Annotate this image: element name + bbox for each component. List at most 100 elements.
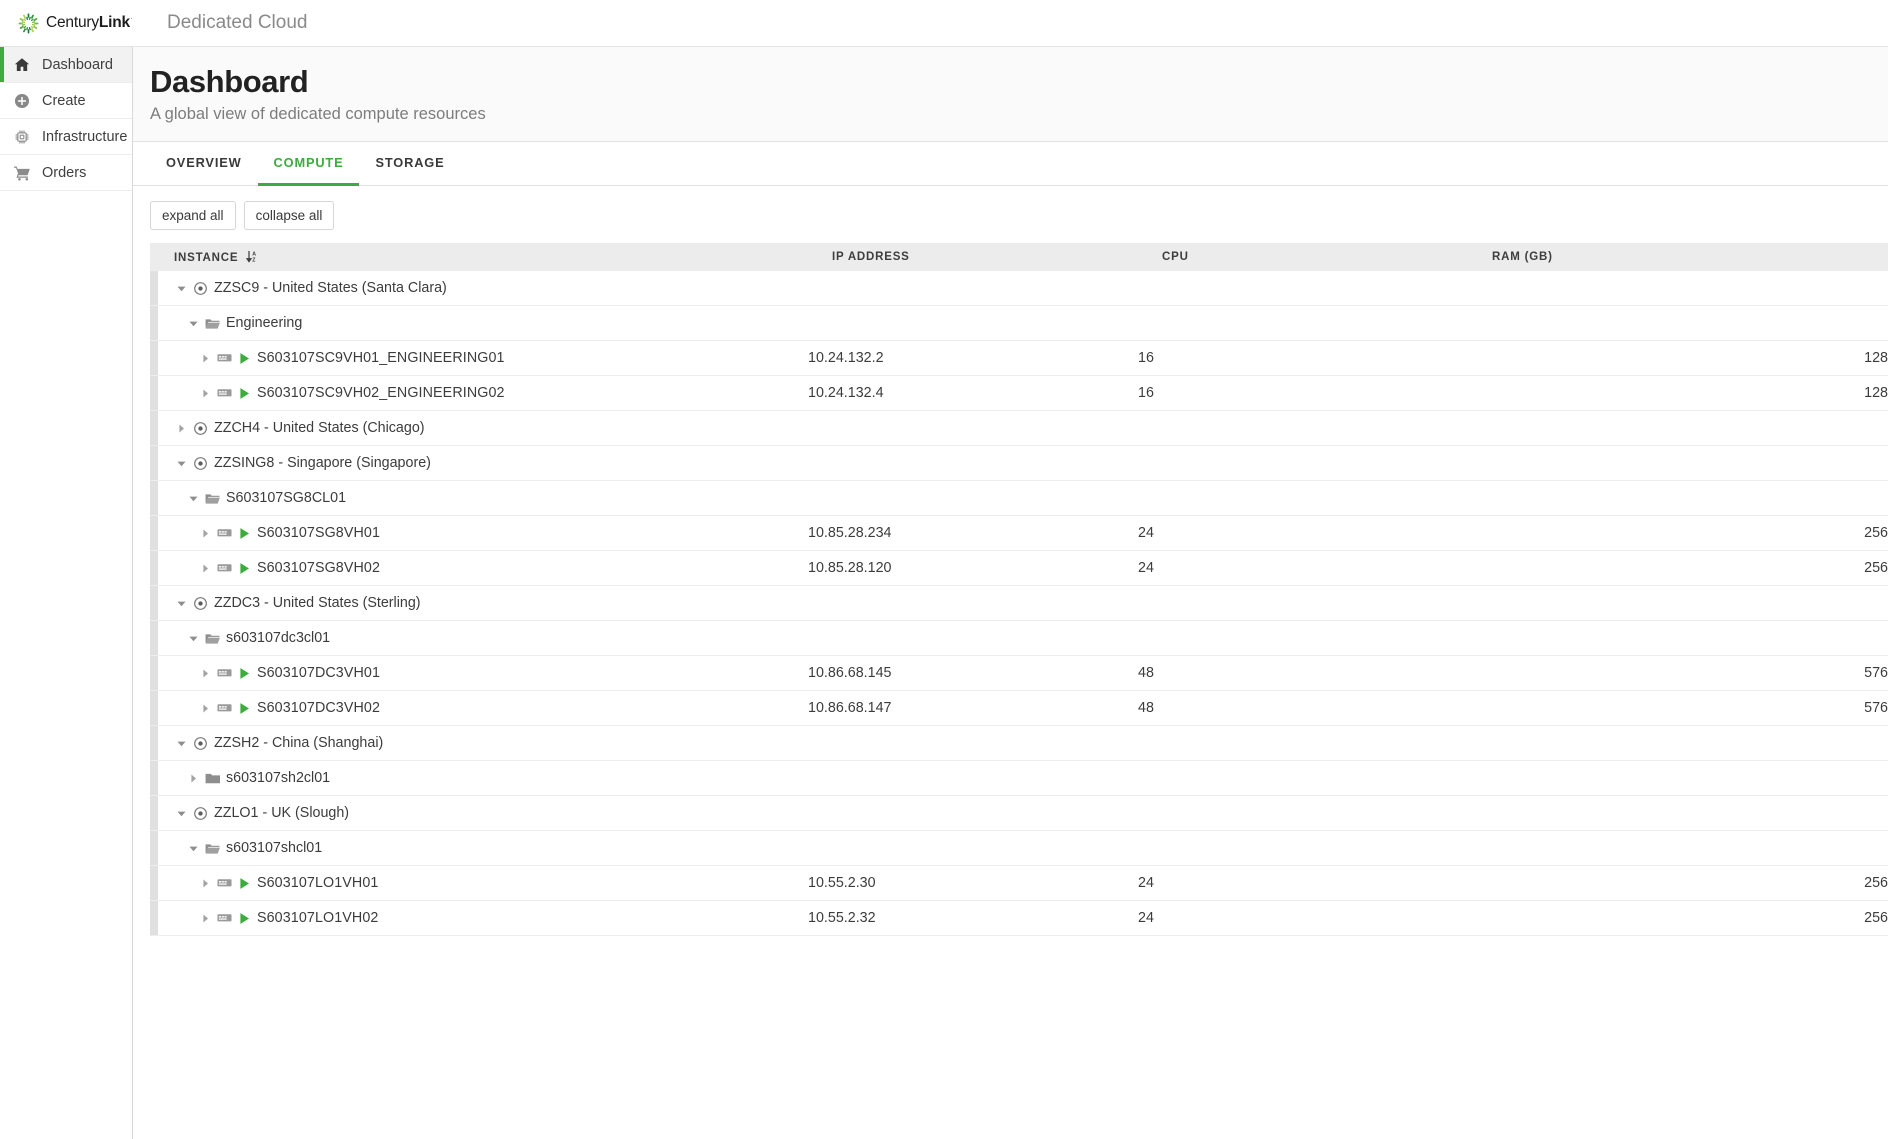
cell-ip-address — [808, 271, 1138, 306]
chevron-right-icon[interactable] — [200, 388, 211, 399]
cell-ip-address — [808, 795, 1138, 831]
table-row[interactable]: ZZLO1 - UK (Slough) — [150, 795, 1888, 831]
cell-cpu: 24 — [1138, 865, 1468, 901]
row-label: s603107dc3cl01 — [226, 630, 331, 646]
table-row[interactable]: s603107shcl01 — [150, 830, 1888, 866]
cell-instance: ZZDC3 - United States (Sterling) — [150, 585, 808, 621]
page-header: Dashboard A global view of dedicated com… — [133, 47, 1888, 142]
table-row[interactable]: ZZSH2 - China (Shanghai) — [150, 725, 1888, 761]
brand-name-bold: Link — [98, 14, 130, 32]
sidebar-item-dashboard[interactable]: Dashboard — [0, 47, 132, 83]
tab-compute[interactable]: COMPUTE — [257, 142, 360, 186]
instance-table-container: INSTANCE A Z IP ADDRESS CPU RAM (GB) ZZS… — [133, 243, 1888, 1139]
chevron-down-icon[interactable] — [188, 318, 199, 329]
cell-ip-address: 10.86.68.145 — [808, 655, 1138, 691]
cell-cpu: 24 — [1138, 515, 1468, 551]
chevron-right-icon[interactable] — [200, 703, 211, 714]
tab-storage[interactable]: STORAGE — [359, 142, 460, 186]
cell-ram: 256 — [1468, 900, 1888, 936]
cell-instance: S603107DC3VH02 — [150, 690, 808, 726]
column-header-ip-address[interactable]: IP ADDRESS — [808, 243, 1138, 271]
table-row[interactable]: Engineering — [150, 305, 1888, 341]
row-label: S603107SC9VH02_ENGINEERING02 — [257, 385, 505, 401]
cell-ram — [1468, 271, 1888, 306]
server-icon — [217, 666, 232, 681]
chevron-down-icon[interactable] — [188, 633, 199, 644]
table-row[interactable]: ZZSING8 - Singapore (Singapore) — [150, 445, 1888, 481]
chevron-down-icon[interactable] — [188, 493, 199, 504]
table-header-row: INSTANCE A Z IP ADDRESS CPU RAM (GB) — [150, 243, 1888, 271]
play-running-icon — [238, 527, 251, 540]
sidebar-item-create[interactable]: Create — [0, 83, 132, 119]
table-row[interactable]: S603107SG8CL01 — [150, 480, 1888, 516]
column-header-cpu[interactable]: CPU — [1138, 243, 1468, 271]
server-icon — [217, 876, 232, 891]
row-gutter — [150, 446, 158, 480]
column-header-instance[interactable]: INSTANCE A Z — [150, 243, 808, 271]
cell-ram: 576 — [1468, 655, 1888, 691]
folder-open-icon — [205, 316, 220, 331]
column-header-ram[interactable]: RAM (GB) — [1468, 243, 1888, 271]
cell-ip-address — [808, 445, 1138, 481]
chevron-right-icon[interactable] — [200, 913, 211, 924]
cell-ram — [1468, 445, 1888, 481]
app-title: Dedicated Cloud — [167, 12, 308, 33]
cell-cpu — [1138, 445, 1468, 481]
cell-ram: 256 — [1468, 515, 1888, 551]
chevron-right-icon[interactable] — [200, 563, 211, 574]
table-row[interactable]: S603107SC9VH02_ENGINEERING02 10.24.132.4 1… — [150, 375, 1888, 411]
chevron-right-icon[interactable] — [200, 878, 211, 889]
chevron-right-icon[interactable] — [200, 668, 211, 679]
table-row[interactable]: ZZSC9 - United States (Santa Clara) — [150, 271, 1888, 306]
chevron-down-icon[interactable] — [176, 598, 187, 609]
play-running-icon — [238, 667, 251, 680]
cell-instance: S603107DC3VH01 — [150, 655, 808, 691]
cell-ip-address: 10.85.28.234 — [808, 515, 1138, 551]
row-label: Engineering — [226, 315, 303, 331]
table-row[interactable]: s603107dc3cl01 — [150, 620, 1888, 656]
chip-icon — [13, 128, 31, 146]
chevron-down-icon[interactable] — [176, 808, 187, 819]
chevron-down-icon[interactable] — [176, 738, 187, 749]
chevron-right-icon[interactable] — [176, 423, 187, 434]
chevron-down-icon[interactable] — [176, 283, 187, 294]
play-running-icon — [238, 562, 251, 575]
target-circle-icon — [193, 456, 208, 471]
cell-instance: s603107sh2cl01 — [150, 760, 808, 796]
table-row[interactable]: ZZCH4 - United States (Chicago) — [150, 410, 1888, 446]
collapse-all-button[interactable]: collapse all — [243, 201, 335, 230]
sort-az-descending-icon[interactable]: A Z — [246, 250, 258, 263]
expand-all-button[interactable]: expand all — [150, 201, 236, 230]
cell-instance: Engineering — [150, 305, 808, 341]
table-row[interactable]: ZZDC3 - United States (Sterling) — [150, 585, 1888, 621]
chevron-down-icon[interactable] — [176, 458, 187, 469]
table-row[interactable]: S603107DC3VH02 10.86.68.147 48 576 — [150, 690, 1888, 726]
table-row[interactable]: S603107DC3VH01 10.86.68.145 48 576 — [150, 655, 1888, 691]
cell-instance: ZZSC9 - United States (Santa Clara) — [150, 271, 808, 306]
chevron-right-icon[interactable] — [188, 773, 199, 784]
cell-instance: S603107LO1VH01 — [150, 865, 808, 901]
chevron-right-icon[interactable] — [200, 353, 211, 364]
sidebar-item-infrastructure[interactable]: Infrastructure — [0, 119, 132, 155]
row-label: ZZCH4 - United States (Chicago) — [214, 420, 425, 436]
cell-instance: s603107dc3cl01 — [150, 620, 808, 656]
chevron-down-icon[interactable] — [188, 843, 199, 854]
top-bar: CenturyLink· Dedicated Cloud — [0, 0, 1888, 47]
row-gutter — [150, 271, 158, 305]
row-gutter — [150, 306, 158, 340]
table-row[interactable]: s603107sh2cl01 — [150, 760, 1888, 796]
row-label: s603107sh2cl01 — [226, 770, 331, 786]
tab-overview[interactable]: OVERVIEW — [150, 142, 258, 186]
table-row[interactable]: S603107LO1VH02 10.55.2.32 24 256 — [150, 900, 1888, 936]
plus-circle-icon — [13, 92, 31, 110]
cell-ram: 256 — [1468, 865, 1888, 901]
chevron-right-icon[interactable] — [200, 528, 211, 539]
brand-logo[interactable]: CenturyLink· — [0, 13, 160, 34]
table-row[interactable]: S603107LO1VH01 10.55.2.30 24 256 — [150, 865, 1888, 901]
table-row[interactable]: S603107SC9VH01_ENGINEERING01 10.24.132.2 1… — [150, 340, 1888, 376]
folder-open-icon — [205, 841, 220, 856]
table-row[interactable]: S603107SG8VH01 10.85.28.234 24 256 — [150, 515, 1888, 551]
sidebar-item-orders[interactable]: Orders — [0, 155, 132, 191]
row-label: ZZDC3 - United States (Sterling) — [214, 595, 421, 611]
table-row[interactable]: S603107SG8VH02 10.85.28.120 24 256 — [150, 550, 1888, 586]
